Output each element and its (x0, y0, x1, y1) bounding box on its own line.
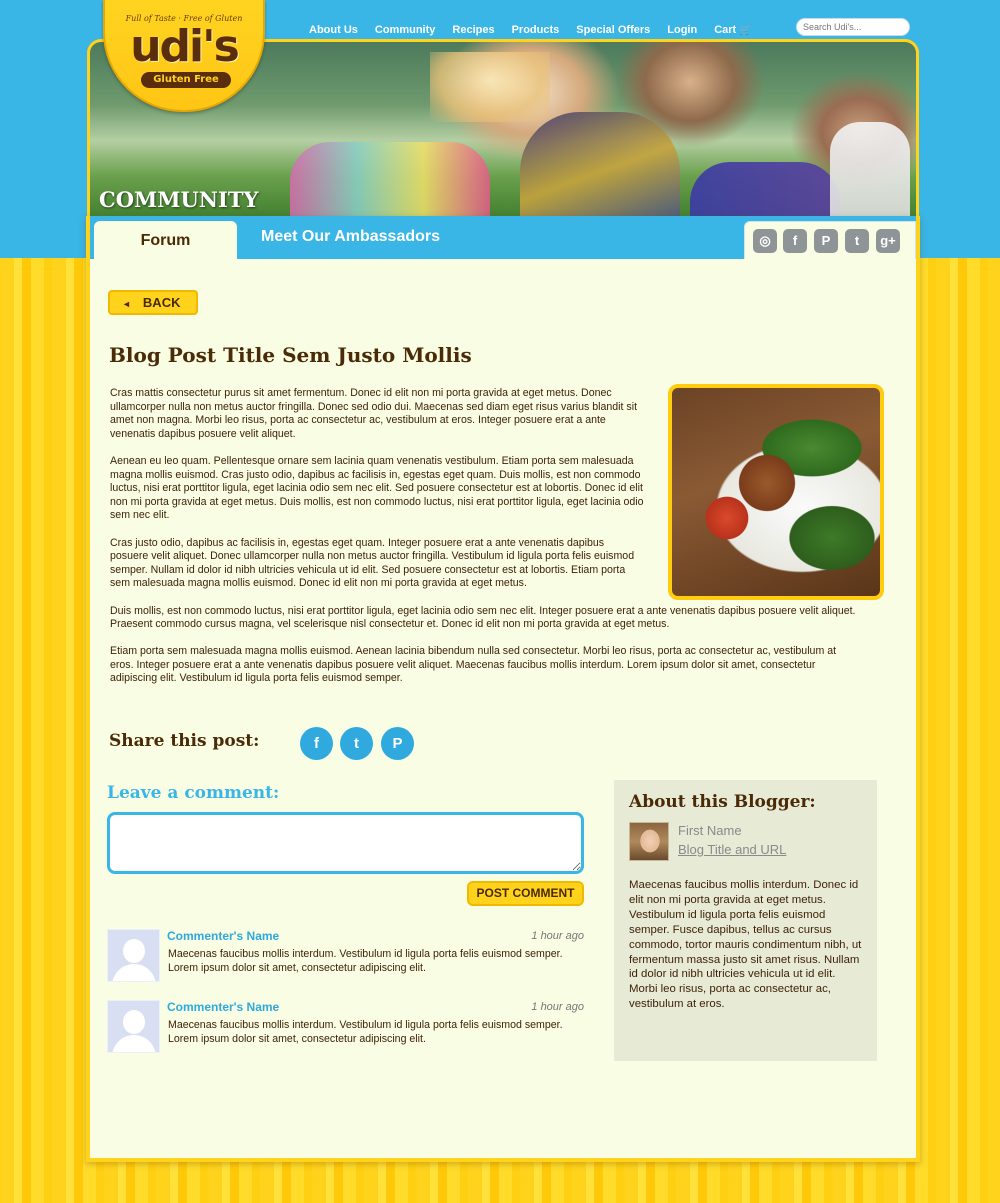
top-navigation: About Us Community Recipes Products Spec… (309, 21, 752, 39)
tab-bar: Forum Meet Our Ambassadors ◎ f P t g+ (90, 216, 916, 259)
tab-forum[interactable]: Forum (94, 221, 237, 259)
post-paragraph: Duis mollis, est non commodo luctus, nis… (110, 604, 856, 631)
share-facebook-icon[interactable]: f (300, 727, 333, 760)
nav-products[interactable]: Products (512, 24, 560, 36)
comment-heading: Leave a comment: (107, 783, 280, 803)
commenter-avatar (107, 1000, 160, 1053)
comment-time: 1 hour ago (531, 1001, 584, 1013)
comment-item: Commenter's Name 1 hour ago Maecenas fau… (107, 929, 584, 985)
blogger-name: First Name (678, 823, 742, 838)
blogger-bio: Maecenas faucibus mollis interdum. Donec… (629, 879, 862, 1011)
cart-icon: 🛒 (739, 25, 752, 36)
post-paragraph: Aenean eu leo quam. Pellentesque ornare … (110, 454, 644, 522)
commenter-name[interactable]: Commenter's Name (167, 1000, 279, 1014)
comment-text: Maecenas faucibus mollis interdum. Vesti… (168, 1019, 563, 1045)
comment-input[interactable] (107, 812, 584, 874)
back-label: BACK (142, 295, 181, 310)
logo-subtitle: Gluten Free (141, 72, 231, 88)
facebook-icon[interactable]: f (783, 229, 807, 253)
blogger-link[interactable]: Blog Title and URL (678, 842, 786, 857)
commenter-avatar (107, 929, 160, 982)
post-comment-button[interactable]: POST COMMENT (467, 881, 584, 906)
share-label: Share this post: (109, 731, 260, 751)
post-image (668, 384, 884, 600)
logo-brand: udi's (130, 21, 240, 72)
nav-cart-label: Cart (714, 24, 737, 36)
post-title: Blog Post Title Sem Justo Mollis (109, 343, 472, 367)
back-button[interactable]: ◄ BACK (108, 290, 198, 315)
nav-about-us[interactable]: About Us (309, 24, 358, 36)
nav-recipes[interactable]: Recipes (452, 24, 494, 36)
about-blogger-heading: About this Blogger: (629, 792, 816, 812)
tab-meet-our-ambassadors[interactable]: Meet Our Ambassadors (261, 228, 440, 246)
google-plus-icon[interactable]: g+ (876, 229, 900, 253)
post-paragraph: Cras justo odio, dapibus ac facilisis in… (110, 536, 635, 590)
nav-cart[interactable]: Cart 🛒 (714, 24, 751, 36)
post-paragraph: Cras mattis consectetur purus sit amet f… (110, 387, 638, 440)
main-panel: Forum Meet Our Ambassadors ◎ f P t g+ ◄ B… (86, 216, 920, 1162)
hero-photo-person-4 (830, 122, 910, 221)
hero-photo-person-3 (690, 162, 840, 221)
instagram-icon[interactable]: ◎ (753, 229, 777, 253)
blogger-avatar (629, 822, 669, 861)
comment-time: 1 hour ago (531, 930, 584, 942)
hero-photo-person-2 (520, 112, 680, 221)
post-paragraph: Etiam porta sem malesuada magna mollis e… (110, 645, 837, 685)
share-twitter-icon[interactable]: t (340, 727, 373, 760)
commenter-name[interactable]: Commenter's Name (167, 929, 279, 943)
share-pinterest-icon[interactable]: P (381, 727, 414, 760)
hero-photo-person-1 (290, 142, 490, 221)
nav-community[interactable]: Community (375, 24, 436, 36)
nav-login[interactable]: Login (667, 24, 697, 36)
search-input[interactable] (796, 18, 910, 36)
social-links: ◎ f P t g+ (744, 221, 916, 259)
back-arrow-icon: ◄ (122, 299, 131, 309)
comment-text: Maecenas faucibus mollis interdum. Vesti… (168, 948, 563, 974)
comment-item: Commenter's Name 1 hour ago Maecenas fau… (107, 1000, 584, 1056)
twitter-icon[interactable]: t (845, 229, 869, 253)
about-blogger-box: About this Blogger: First Name Blog Titl… (614, 780, 877, 1061)
hero-photo-highlight (430, 52, 550, 122)
hero-title: COMMUNITY (99, 187, 259, 212)
pinterest-icon[interactable]: P (814, 229, 838, 253)
nav-special-offers[interactable]: Special Offers (576, 24, 650, 36)
